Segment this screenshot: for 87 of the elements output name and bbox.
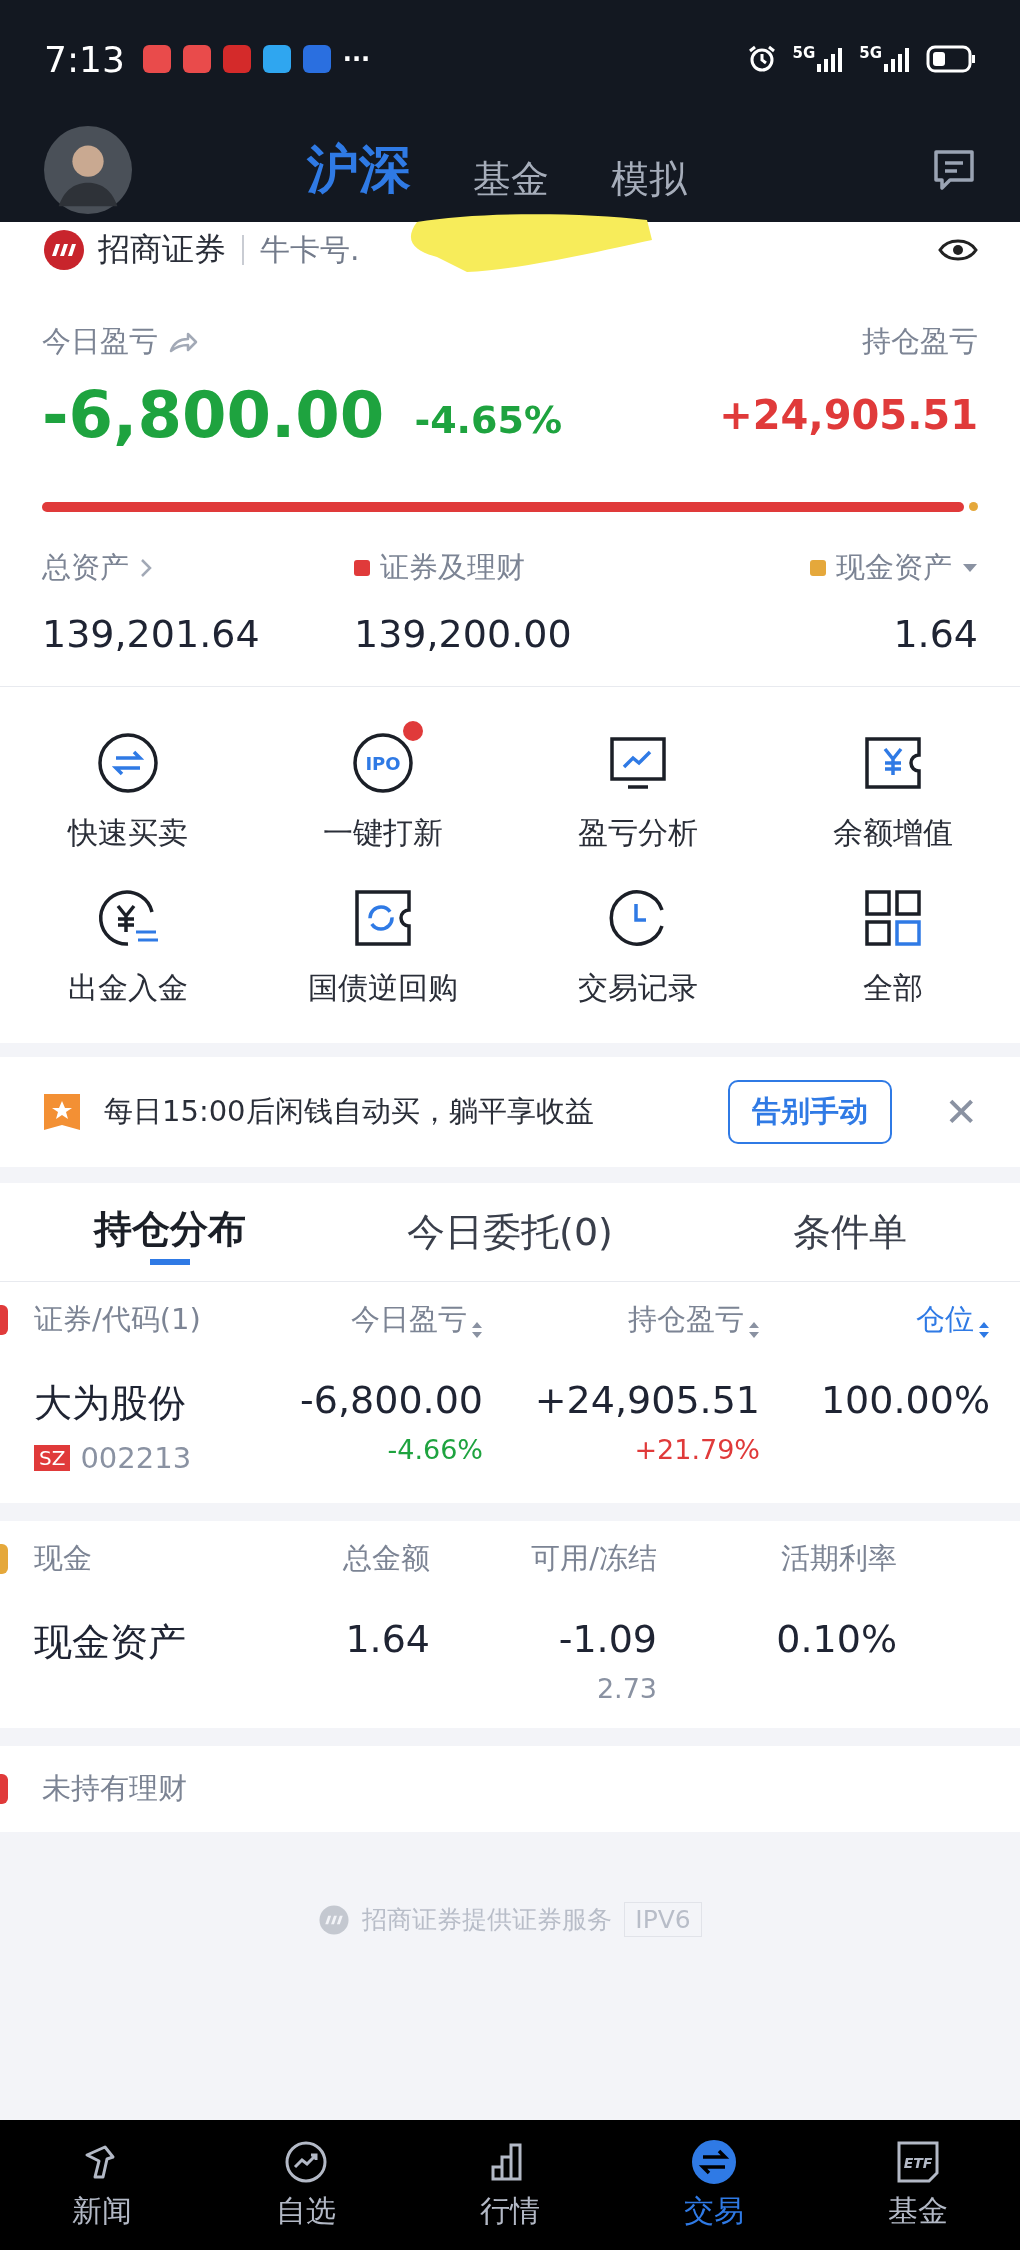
asset-label: 现金资产 — [836, 549, 952, 586]
column-header: 证券/代码(1) — [34, 1301, 202, 1338]
header-tab[interactable]: 模拟 — [611, 154, 687, 205]
section-marker — [0, 1774, 8, 1804]
broker-name: 招商证券 — [98, 229, 226, 270]
nav-tab[interactable]: ETF 基金 — [816, 2120, 1020, 2250]
broker-logo-icon — [318, 1903, 351, 1936]
account-label: 牛卡号. — [260, 230, 360, 269]
notification-icon — [222, 45, 251, 73]
more-notifications: ··· — [342, 45, 371, 73]
trade-icon — [691, 2138, 737, 2185]
header-tab[interactable]: 基金 — [473, 154, 549, 205]
holding-pnl-label: 持仓盈亏 — [862, 323, 978, 360]
shortcut-item[interactable]: 盈亏分析 — [510, 715, 765, 854]
message-icon[interactable] — [932, 148, 976, 192]
notification-icon — [182, 45, 211, 73]
column-header: 可用/冻结 — [530, 1540, 657, 1577]
notification-icon — [302, 45, 331, 73]
swap-icon — [95, 731, 160, 795]
sort-icon[interactable] — [978, 1320, 990, 1340]
cash-ratio-dot — [969, 502, 978, 511]
notification-icon — [142, 45, 171, 73]
section-marker — [0, 1305, 8, 1335]
avatar[interactable] — [44, 126, 132, 214]
today-pnl-percent: -4.65% — [414, 398, 562, 442]
auto-buy-button[interactable]: 告别手动 — [728, 1080, 893, 1144]
nav-tab[interactable]: 新闻 — [0, 2120, 204, 2250]
dropdown-caret-icon[interactable] — [962, 562, 978, 574]
nav-tab[interactable]: 交易 — [612, 2120, 816, 2250]
shortcut-item[interactable]: IPO 一键打新 — [255, 715, 510, 854]
column-header: 活期利率 — [780, 1540, 897, 1577]
interest-rate-cell: 0.10% — [776, 1617, 897, 1661]
today-pnl-value: -6,800.00 — [42, 378, 385, 452]
shortcut-item[interactable]: 出金入金 — [0, 870, 255, 1009]
chevron-right-icon[interactable] — [139, 557, 153, 579]
shortcut-item[interactable]: 全部 — [765, 870, 1020, 1009]
promo-text: 每日15:00后闲钱自动买，躺平享收益 — [104, 1093, 595, 1130]
position-tab[interactable]: 今日委托(0) — [340, 1183, 680, 1281]
holding-pnl-value: +24,905.51 — [719, 392, 978, 438]
asset-value: 139,200.00 — [354, 612, 573, 656]
sortable-column-header[interactable]: 仓位 — [760, 1300, 990, 1340]
sort-icon[interactable] — [471, 1320, 483, 1340]
holding-pnl-cell: +24,905.51 — [534, 1378, 760, 1422]
position-cell: 100.00% — [820, 1378, 990, 1422]
sortable-column-header[interactable]: 今日盈亏 — [290, 1300, 483, 1340]
notification-icon — [262, 45, 291, 73]
status-time: 7:13 — [44, 38, 125, 80]
header-tab[interactable]: 沪深 — [307, 135, 411, 205]
star-ribbon-icon — [42, 1092, 82, 1132]
shortcut-item[interactable]: 快速买卖 — [0, 715, 255, 854]
sortable-column-header[interactable]: 持仓盈亏 — [483, 1300, 760, 1340]
column-header: 总金额 — [342, 1540, 430, 1577]
today-pnl-cell: -6,800.00 — [300, 1378, 483, 1422]
today-pnl-label: 今日盈亏 — [42, 323, 158, 360]
asset-value: 139,201.64 — [42, 612, 261, 656]
today-pnl-percent-cell: -4.66% — [387, 1434, 483, 1465]
share-icon[interactable] — [168, 330, 198, 354]
nav-tab[interactable]: 行情 — [408, 2120, 612, 2250]
cash-name: 现金资产 — [34, 1619, 187, 1666]
nav-tab[interactable]: 自选 — [204, 2120, 408, 2250]
frozen-cell: 2.73 — [596, 1673, 657, 1704]
available-cell: -1.09 — [558, 1617, 657, 1661]
footer-text: 招商证券提供证券服务 — [362, 1904, 613, 1936]
ipv6-tag: IPV6 — [624, 1902, 702, 1937]
broker-logo-icon — [42, 228, 86, 272]
total-amount-cell: 1.64 — [345, 1617, 430, 1661]
alarm-icon — [746, 45, 777, 73]
holding-pnl-percent-cell: +21.79% — [634, 1434, 760, 1465]
network-label: 5G — [859, 44, 882, 62]
position-tab[interactable]: 条件单 — [680, 1183, 1020, 1281]
holding-row[interactable]: 大为股份 SZ 002213 -6,800.00 -4.66% +24,905.51 +21.79% 100.00% — [0, 1358, 1020, 1503]
market-tag: SZ — [34, 1445, 71, 1471]
asset-label: 总资产 — [42, 549, 129, 586]
shortcut-item[interactable]: 国债逆回购 — [255, 870, 510, 1009]
battery-icon — [926, 45, 976, 73]
asset-value: 1.64 — [893, 612, 978, 656]
network-label: 5G — [792, 44, 816, 62]
ipo-icon: IPO — [350, 731, 415, 795]
stock-code: 002213 — [80, 1441, 192, 1475]
sort-icon[interactable] — [748, 1320, 760, 1340]
section-marker — [0, 1544, 8, 1574]
shortcut-item[interactable]: 余额增值 — [765, 715, 1020, 854]
no-wealth-text: 未持有理财 — [42, 1770, 187, 1807]
column-header: 现金 — [34, 1540, 93, 1577]
asset-label: 证券及理财 — [380, 549, 525, 586]
shortcut-item[interactable]: 交易记录 — [510, 870, 765, 1009]
stock-name: 大为股份 — [34, 1380, 187, 1427]
